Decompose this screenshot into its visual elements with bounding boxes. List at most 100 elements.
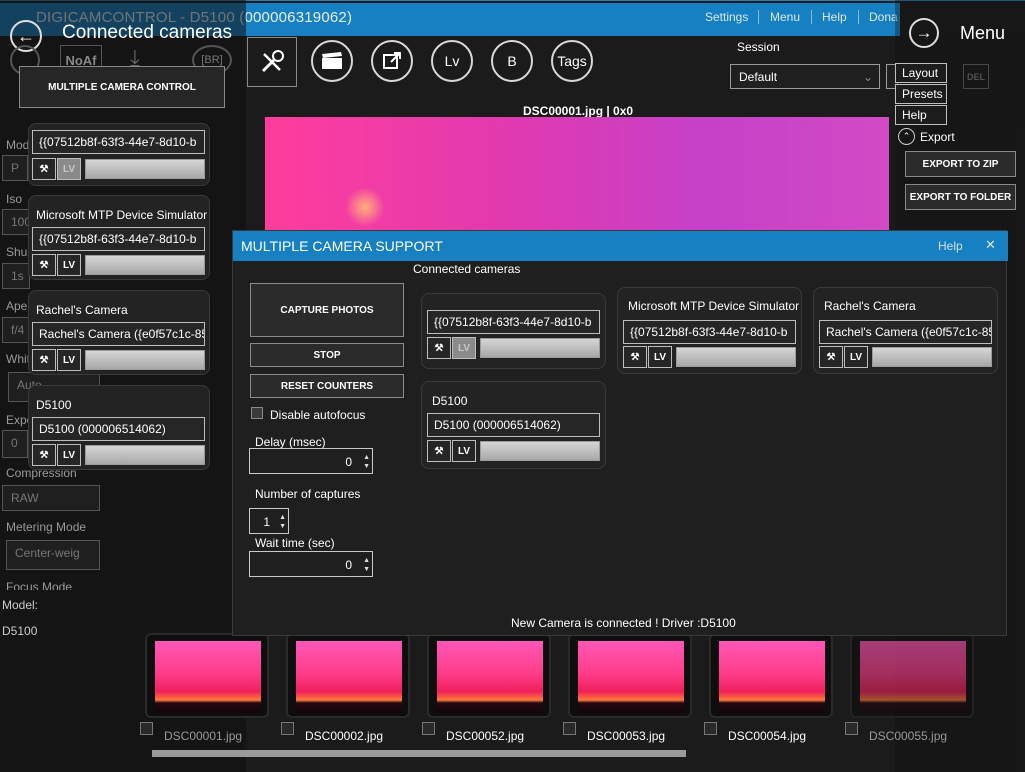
thumbnail[interactable] xyxy=(286,633,410,718)
left-camera-card: D5100 D5100 (000006514062) ⚒ LV xyxy=(28,385,210,470)
chevron-down-icon[interactable]: ▼ xyxy=(363,566,370,573)
captures-label: Number of captures xyxy=(255,487,361,501)
camera-field: {{07512b8f-63f3-44e7-8d10-b xyxy=(427,310,600,334)
progress-bar xyxy=(85,445,205,465)
movie-button[interactable] xyxy=(311,40,353,82)
metering-label: Metering Mode xyxy=(6,520,87,534)
camera-settings-icon[interactable]: ⚒ xyxy=(819,346,843,368)
menu-donate[interactable]: Dona xyxy=(869,10,898,24)
menu-help[interactable]: Help xyxy=(822,10,847,24)
camera-name: Microsoft MTP Device Simulator xyxy=(36,208,208,222)
mode-value: P xyxy=(2,155,28,181)
export-label: Export xyxy=(920,130,955,144)
thumbnail-checkbox[interactable] xyxy=(845,722,858,735)
thumbnail-label: DSC00054.jpg xyxy=(728,729,807,743)
wait-time-input[interactable]: 0 ▲ ▼ xyxy=(249,551,373,577)
camera-name: Rachel's Camera xyxy=(36,303,128,317)
camera-settings-icon[interactable]: ⚒ xyxy=(427,337,451,359)
progress-bar xyxy=(85,350,205,370)
liveview-button[interactable]: Lv xyxy=(431,40,473,82)
liveview-button[interactable]: LV xyxy=(57,254,81,276)
chevron-down-icon[interactable]: ▼ xyxy=(279,523,286,530)
liveview-button[interactable]: LV xyxy=(452,337,476,359)
dialog-help-link[interactable]: Help xyxy=(938,239,963,253)
session-select[interactable]: Default ⌄ xyxy=(730,64,880,89)
thumbnail-checkbox[interactable] xyxy=(704,722,717,735)
thumbnail-checkbox[interactable] xyxy=(140,722,153,735)
camera-name: Microsoft MTP Device Simulator xyxy=(628,299,800,313)
menu-item-help[interactable]: Help xyxy=(895,105,947,125)
liveview-button[interactable]: LV xyxy=(452,440,476,462)
capture-photos-button[interactable]: CAPTURE PHOTOS xyxy=(250,283,404,337)
camera-settings-icon[interactable]: ⚒ xyxy=(623,346,647,368)
settings-tools-button[interactable] xyxy=(247,37,297,87)
thumbnail[interactable] xyxy=(568,633,692,718)
menu-item-layout[interactable]: Layout xyxy=(895,63,947,83)
left-camera-card: Microsoft MTP Device Simulator {{07512b8… xyxy=(28,195,210,280)
camera-field: D5100 (000006514062) xyxy=(32,417,205,441)
disable-autofocus-label: Disable autofocus xyxy=(270,408,366,422)
exposure-value: 0 xyxy=(2,430,28,458)
thumbnail[interactable] xyxy=(145,633,269,718)
camera-settings-icon[interactable]: ⚒ xyxy=(32,254,56,276)
liveview-button[interactable]: LV xyxy=(57,349,81,371)
camera-settings-icon[interactable]: ⚒ xyxy=(427,440,451,462)
model-value: D5100 xyxy=(2,624,38,638)
thumbnail-checkbox[interactable] xyxy=(422,722,435,735)
liveview-button[interactable]: LV xyxy=(844,346,868,368)
chevron-up-icon[interactable]: ▲ xyxy=(279,514,286,521)
camera-settings-icon[interactable]: ⚒ xyxy=(32,158,56,180)
disable-autofocus-checkbox[interactable] xyxy=(251,407,263,419)
liveview-button[interactable]: LV xyxy=(57,158,81,180)
camera-name: D5100 xyxy=(36,398,72,412)
wrench-screwdriver-icon xyxy=(261,50,284,73)
menu-separator xyxy=(811,10,812,24)
open-external-button[interactable] xyxy=(371,40,413,82)
thumbnail-image xyxy=(578,641,684,713)
chevron-up-icon[interactable]: ▲ xyxy=(363,454,370,461)
connected-cameras-label: Connected cameras xyxy=(413,262,521,276)
thumbnail-checkbox[interactable] xyxy=(563,722,576,735)
model-label: Model: xyxy=(2,598,39,612)
captures-input[interactable]: 1 ▲ ▼ xyxy=(249,508,289,534)
thumbnail[interactable] xyxy=(427,633,551,718)
session-label: Session xyxy=(737,40,780,54)
chevron-up-icon[interactable]: ⌃ xyxy=(898,128,915,145)
thumbnail[interactable] xyxy=(850,633,974,718)
chevron-down-icon[interactable]: ▼ xyxy=(363,463,370,470)
camera-field: D5100 (000006514062) xyxy=(427,413,600,437)
camera-settings-icon[interactable]: ⚒ xyxy=(32,349,56,371)
liveview-button[interactable]: LV xyxy=(57,444,81,466)
thumbnail[interactable] xyxy=(709,633,833,718)
export-folder-button[interactable]: EXPORT TO FOLDER xyxy=(905,184,1016,210)
metering-value: Center-weig xyxy=(6,540,100,570)
thumbnail-label: DSC00053.jpg xyxy=(587,729,666,743)
thumbnail-label: DSC00055.jpg xyxy=(869,729,948,743)
session-value: Default xyxy=(739,70,778,84)
tags-button[interactable]: Tags xyxy=(551,40,593,82)
dialog-camera-card: {{07512b8f-63f3-44e7-8d10-b ⚒ LV xyxy=(421,293,606,369)
focus-label: Focus Mode xyxy=(6,580,73,590)
bulb-button[interactable]: B xyxy=(491,40,533,82)
camera-settings-icon[interactable]: ⚒ xyxy=(32,444,56,466)
progress-bar xyxy=(480,338,600,358)
liveview-button[interactable]: LV xyxy=(648,346,672,368)
export-zip-button[interactable]: EXPORT TO ZIP xyxy=(905,151,1016,177)
chevron-up-icon[interactable]: ▲ xyxy=(363,557,370,564)
thumbnail-label: DSC00001.jpg xyxy=(164,729,243,743)
delay-input[interactable]: 0 ▲ ▼ xyxy=(249,448,373,474)
reset-counters-button[interactable]: RESET COUNTERS xyxy=(250,374,404,398)
menu-item-presets[interactable]: Presets xyxy=(895,84,947,104)
thumbnail-checkbox[interactable] xyxy=(281,722,294,735)
menu-menu[interactable]: Menu xyxy=(770,10,800,24)
thumbnail-image xyxy=(155,641,261,713)
menu-settings[interactable]: Settings xyxy=(705,10,748,24)
close-icon[interactable]: ✕ xyxy=(985,237,996,253)
thumbnail-label: DSC00002.jpg xyxy=(305,729,384,743)
multiple-camera-control-button[interactable]: MULTIPLE CAMERA CONTROL xyxy=(19,66,225,108)
stop-button[interactable]: STOP xyxy=(250,343,404,367)
forward-arrow-icon[interactable]: → xyxy=(909,18,939,48)
status-message: New Camera is connected ! Driver :D5100 xyxy=(511,616,736,630)
dialog-camera-card: Rachel's Camera Rachel's Camera ({e0f57c… xyxy=(813,287,998,374)
thumbnail-scrollbar[interactable] xyxy=(152,750,686,757)
